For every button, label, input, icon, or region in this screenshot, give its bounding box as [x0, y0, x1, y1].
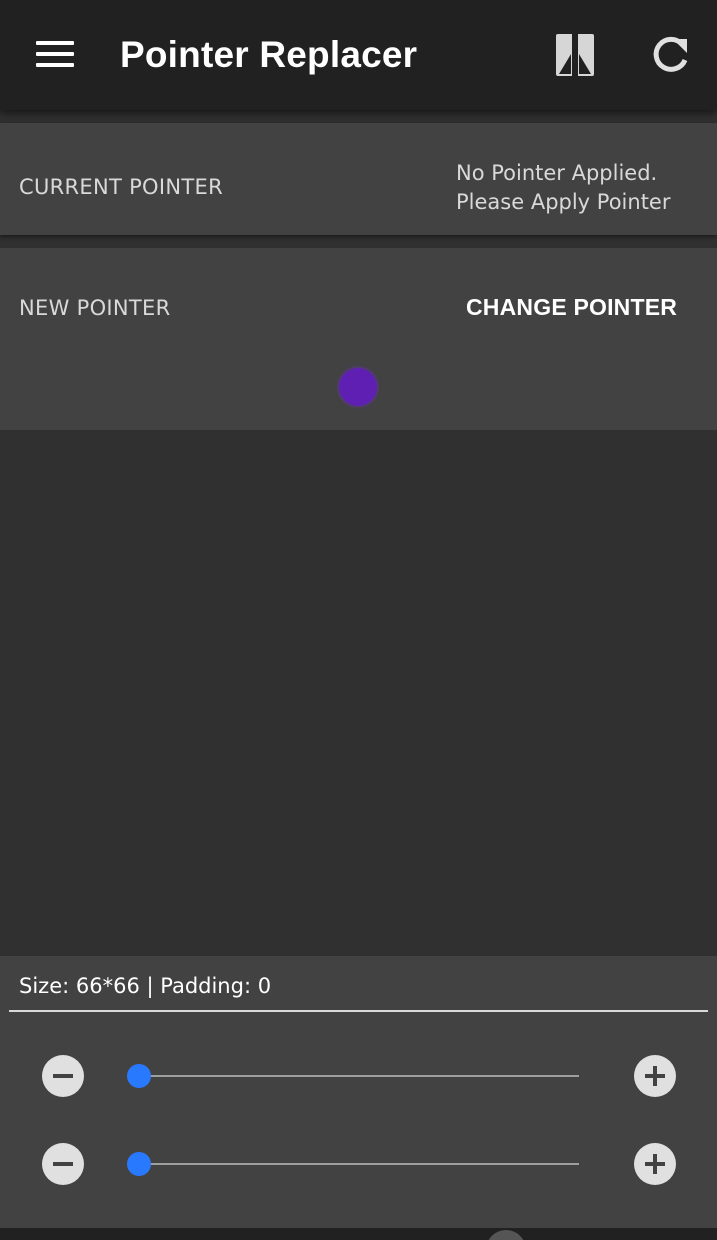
compare-icon	[556, 30, 594, 80]
status-line-1: No Pointer Applied.	[456, 161, 658, 185]
padding-decrease-button[interactable]	[42, 1143, 84, 1185]
padding-slider-thumb[interactable]	[127, 1152, 151, 1176]
menu-icon	[36, 41, 74, 67]
size-increase-button[interactable]	[634, 1055, 676, 1097]
change-pointer-button[interactable]: CHANGE POINTER	[452, 284, 691, 330]
size-slider-thumb[interactable]	[127, 1064, 151, 1088]
app-title: Pointer Replacer	[120, 34, 418, 75]
menu-button[interactable]	[24, 25, 86, 83]
new-pointer-label: NEW POINTER	[19, 296, 171, 320]
compare-button[interactable]	[550, 28, 600, 82]
padding-slider[interactable]	[127, 1149, 579, 1179]
size-slider-track	[139, 1075, 579, 1077]
pointer-preview[interactable]	[339, 368, 377, 406]
floating-button-edge[interactable]	[486, 1230, 526, 1240]
current-pointer-card: CURRENT POINTER No Pointer Applied. Plea…	[0, 123, 717, 235]
current-pointer-label: CURRENT POINTER	[19, 175, 223, 199]
size-decrease-button[interactable]	[42, 1055, 84, 1097]
size-padding-info: Size: 66*66 | Padding: 0	[19, 974, 272, 998]
refresh-button[interactable]	[646, 30, 696, 80]
divider	[9, 1010, 708, 1012]
status-line-2: Please Apply Pointer	[456, 190, 671, 214]
refresh-icon	[653, 36, 688, 72]
size-slider[interactable]	[127, 1061, 579, 1091]
padding-increase-button[interactable]	[634, 1143, 676, 1185]
new-pointer-card: NEW POINTER CHANGE POINTER	[0, 248, 717, 430]
padding-slider-track	[139, 1163, 579, 1165]
current-pointer-status: No Pointer Applied. Please Apply Pointer	[456, 159, 670, 217]
size-controls-panel: Size: 66*66 | Padding: 0	[0, 956, 717, 1228]
app-bar: Pointer Replacer	[0, 0, 717, 110]
bottom-strip	[0, 1228, 717, 1240]
